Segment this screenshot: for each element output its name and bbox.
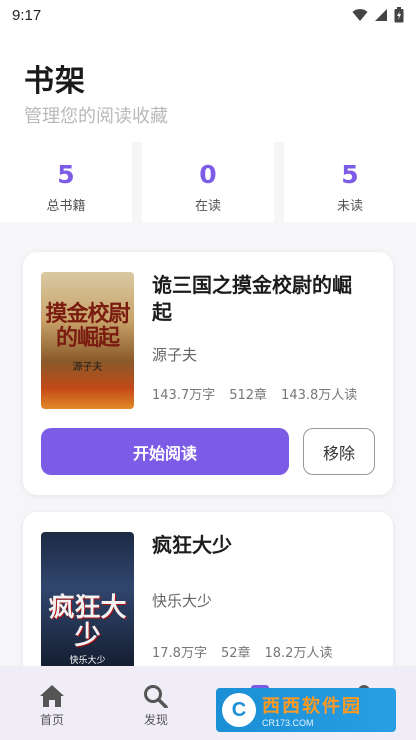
home-icon bbox=[40, 685, 64, 707]
cover-author: 源子夫 bbox=[72, 362, 103, 373]
book-author: 快乐大少 bbox=[152, 592, 213, 610]
book-cover[interactable]: 疯狂大少 快乐大少 bbox=[41, 532, 134, 666]
book-cover[interactable]: 摸金校尉的崛起 源子夫 bbox=[41, 272, 134, 409]
wifi-icon bbox=[352, 9, 368, 21]
book-card[interactable]: 疯狂大少 快乐大少 疯狂大少 快乐大少 17.8万字 52章 18.2万人读 bbox=[23, 512, 393, 666]
book-title[interactable]: 诡三国之摸金校尉的崛起 bbox=[152, 272, 370, 326]
book-reader-count: 143.8万人读 bbox=[281, 388, 358, 403]
stat-value: 0 bbox=[199, 160, 217, 189]
watermark-text: 西西软件园 CR173.COM bbox=[262, 692, 362, 728]
tab-home[interactable]: 首页 bbox=[0, 666, 104, 740]
page-subtitle: 管理您的阅读收藏 bbox=[24, 106, 168, 127]
book-word-count: 143.7万字 bbox=[152, 388, 216, 403]
watermark-main-text: 西西软件园 bbox=[262, 696, 362, 717]
stat-label: 在读 bbox=[194, 199, 221, 214]
page-title: 书架 bbox=[24, 64, 86, 99]
battery-icon bbox=[394, 7, 404, 23]
tab-discover[interactable]: 发现 bbox=[104, 666, 208, 740]
remove-button[interactable]: 移除 bbox=[303, 428, 375, 475]
page-header: 书架 管理您的阅读收藏 bbox=[0, 30, 416, 142]
book-chapter-count: 512章 bbox=[229, 388, 268, 403]
status-bar: 9:17 bbox=[0, 0, 416, 30]
stat-label: 未读 bbox=[336, 199, 363, 214]
stat-total-books: 5 总书籍 bbox=[0, 142, 132, 222]
start-reading-button[interactable]: 开始阅读 bbox=[41, 428, 289, 475]
watermark-logo: C 西西软件园 CR173.COM bbox=[216, 688, 396, 732]
book-reader-count: 18.2万人读 bbox=[264, 646, 333, 661]
stat-unread: 5 未读 bbox=[284, 142, 416, 222]
book-meta: 17.8万字 52章 18.2万人读 bbox=[152, 642, 332, 661]
status-time: 9:17 bbox=[12, 6, 42, 24]
stats-row: 5 总书籍 0 在读 5 未读 bbox=[0, 142, 416, 222]
tab-label: 发现 bbox=[143, 713, 168, 727]
signal-icon bbox=[375, 9, 387, 21]
stat-value: 5 bbox=[57, 160, 75, 189]
bookshelf-scroll-area[interactable]: 5 总书籍 0 在读 5 未读 摸金校尉的崛起 源子夫 诡三国之摸金校尉的崛起 … bbox=[0, 142, 416, 666]
status-icons bbox=[352, 7, 404, 23]
stat-label: 总书籍 bbox=[46, 199, 86, 214]
cover-author: 快乐大少 bbox=[69, 656, 106, 666]
stat-reading: 0 在读 bbox=[142, 142, 274, 222]
book-card[interactable]: 摸金校尉的崛起 源子夫 诡三国之摸金校尉的崛起 源子夫 143.7万字 512章… bbox=[23, 252, 393, 495]
search-icon bbox=[144, 685, 168, 708]
book-word-count: 17.8万字 bbox=[152, 646, 207, 661]
tab-label: 首页 bbox=[39, 713, 64, 727]
watermark-logo-mark: C bbox=[222, 693, 256, 727]
book-title[interactable]: 疯狂大少 bbox=[152, 532, 370, 559]
stat-value: 5 bbox=[341, 160, 359, 189]
cover-title: 疯狂大少 bbox=[48, 593, 127, 651]
book-chapter-count: 52章 bbox=[220, 646, 251, 661]
book-author: 源子夫 bbox=[152, 346, 198, 364]
cover-title: 摸金校尉的崛起 bbox=[45, 301, 130, 351]
watermark-sub-text: CR173.COM bbox=[262, 718, 314, 728]
book-meta: 143.7万字 512章 143.8万人读 bbox=[152, 384, 357, 403]
